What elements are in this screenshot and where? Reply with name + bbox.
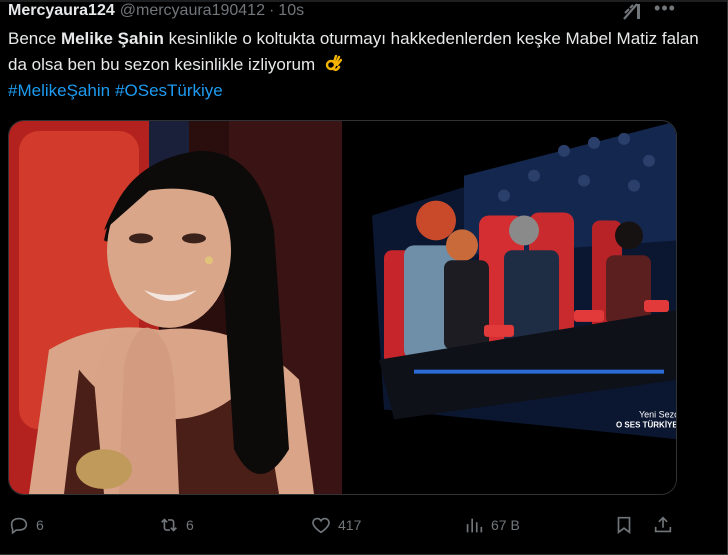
reply-count: 6: [36, 517, 44, 533]
reply-icon: [10, 517, 28, 535]
more-options-icon[interactable]: •••: [654, 0, 676, 20]
hashtag-link[interactable]: #MelikeŞahin: [8, 81, 110, 100]
timestamp[interactable]: 10s: [278, 2, 304, 20]
share-icon: [654, 516, 672, 533]
views-button[interactable]: 67 B: [463, 510, 520, 540]
overlay-text-line2: O SES TÜRKİYE: [616, 420, 677, 429]
hashtags: #MelikeŞahin #OSesTürkiye: [8, 78, 228, 104]
separator-dot: ·: [268, 2, 275, 19]
share-button[interactable]: [652, 510, 674, 540]
author-name[interactable]: Mercyaura124: [8, 2, 115, 20]
author-handle[interactable]: @mercyaura190412: [120, 2, 265, 20]
reply-button[interactable]: 6: [8, 510, 44, 540]
tweet-text-bold-name: Melike Şahin: [60, 29, 164, 48]
repost-button[interactable]: 6: [158, 510, 194, 540]
bookmark-button[interactable]: [613, 510, 635, 540]
tweet-header: Mercyaura124 @mercyaura190412 · 10s: [8, 1, 304, 21]
hashtag-link[interactable]: #OSesTürkiye: [115, 81, 223, 100]
bookmark-icon: [617, 516, 631, 534]
like-count: 417: [338, 517, 362, 533]
repost-count: 6: [186, 517, 194, 533]
overlay-text-line1: Yeni Sezon: [639, 409, 677, 419]
heart-icon: [312, 517, 330, 534]
repost-icon: [161, 518, 177, 532]
tweet-text-part: Bence: [8, 29, 61, 48]
ok-hand-emoji-icon: [324, 54, 343, 73]
grok-icon[interactable]: [621, 1, 643, 21]
views-count: 67 B: [491, 517, 520, 533]
photo-left-image: [9, 121, 342, 494]
media-grid[interactable]: Yeni Sezon O SES TÜRKİYE: [8, 120, 677, 495]
views-icon: [466, 518, 483, 533]
photo-right-image: Yeni Sezon O SES TÜRKİYE: [344, 121, 677, 494]
action-bar: 6 6 417 67 B: [0, 510, 728, 540]
photo-right[interactable]: Yeni Sezon O SES TÜRKİYE: [344, 121, 677, 494]
like-button[interactable]: 417: [310, 510, 361, 540]
tweet-text: Bence Melike Şahin kesinlikle o koltukta…: [8, 26, 708, 78]
photo-left[interactable]: [9, 121, 342, 494]
